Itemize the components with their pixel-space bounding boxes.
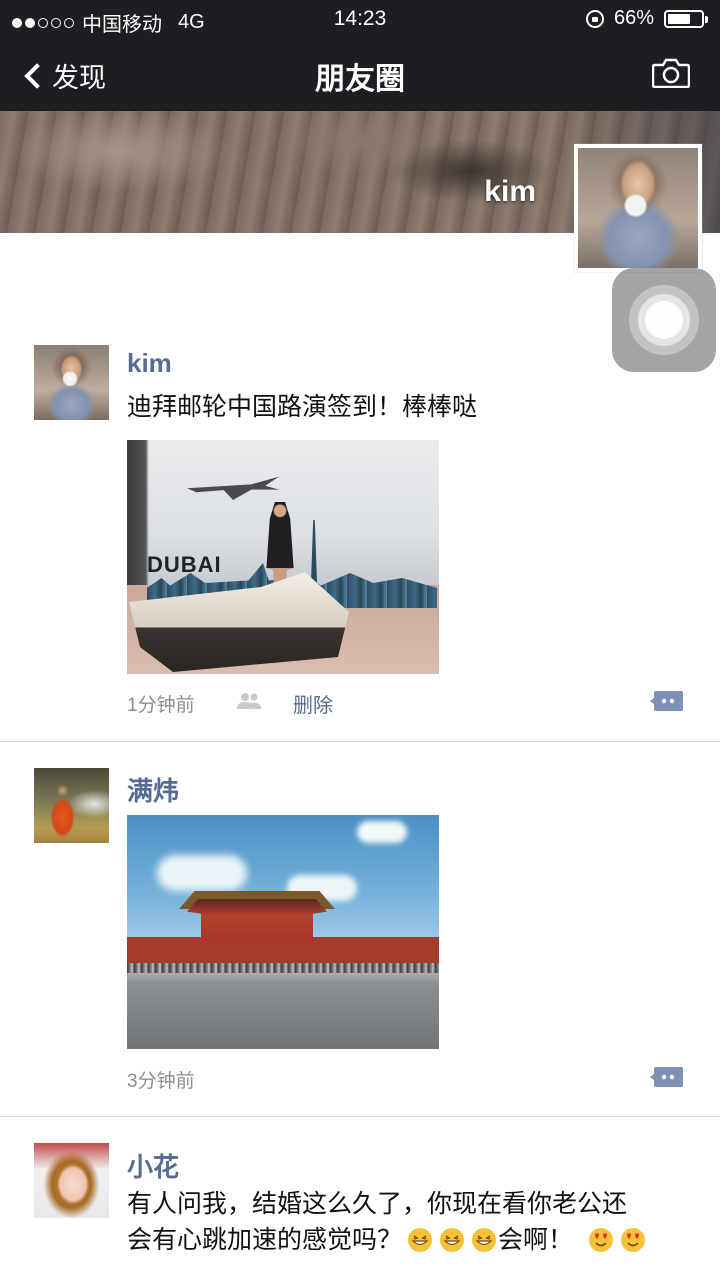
delete-button[interactable]: 删除 <box>293 689 333 718</box>
post-avatar[interactable] <box>34 345 109 420</box>
battery-percent: 66% <box>613 7 654 29</box>
grin-emoji-icon <box>408 1228 433 1252</box>
navigation-bar: 发现 朋友圈 <box>0 38 720 111</box>
assistive-touch-button[interactable] <box>612 268 716 372</box>
post-author[interactable]: 小花 <box>127 1147 179 1184</box>
battery-icon <box>664 9 708 28</box>
post-photo[interactable] <box>127 815 439 1049</box>
photo-caption: DUBAI <box>147 552 222 577</box>
post-time: 3分钟前 <box>127 1071 195 1092</box>
post-author[interactable]: kim <box>127 348 172 379</box>
status-bar: 中国移动 4G 14:23 66% <box>0 0 720 38</box>
post-divider <box>0 1116 720 1117</box>
top-bar: 中国移动 4G 14:23 66% 发现 朋友圈 <box>0 0 720 111</box>
post-avatar[interactable] <box>34 1143 109 1218</box>
grin-emoji-icon <box>472 1228 497 1252</box>
heart-eyes-emoji-icon <box>621 1228 646 1252</box>
post-text-line: 有人问我，结婚这么久了，你现在看你老公还 <box>127 1190 628 1218</box>
post-text-line: 会有心跳加速的感觉吗？ 会啊！ <box>127 1222 687 1258</box>
camera-icon[interactable] <box>652 58 690 88</box>
post-divider <box>0 741 720 742</box>
group-visibility-icon <box>237 693 261 709</box>
post-time: 1分钟前 <box>127 695 195 716</box>
comment-more-icon[interactable] <box>650 689 684 713</box>
post-author[interactable]: 满炜 <box>127 771 179 808</box>
status-right: 66% <box>585 7 708 30</box>
post-avatar[interactable] <box>34 768 109 843</box>
post-text: 有人问我，结婚这么久了，你现在看你老公还 会有心跳加速的感觉吗？ 会啊！ <box>127 1186 687 1258</box>
post-photo[interactable]: DUBAI <box>127 440 439 674</box>
heart-eyes-emoji-icon <box>589 1228 614 1252</box>
post-text: 迪拜邮轮中国路演签到！棒棒哒 <box>127 393 478 421</box>
rotation-lock-icon <box>585 9 604 28</box>
comment-more-icon[interactable] <box>650 1065 684 1089</box>
profile-name: kim <box>484 175 536 208</box>
page-title: 朋友圈 <box>315 63 405 96</box>
profile-avatar[interactable] <box>574 144 702 272</box>
grin-emoji-icon <box>440 1228 465 1252</box>
